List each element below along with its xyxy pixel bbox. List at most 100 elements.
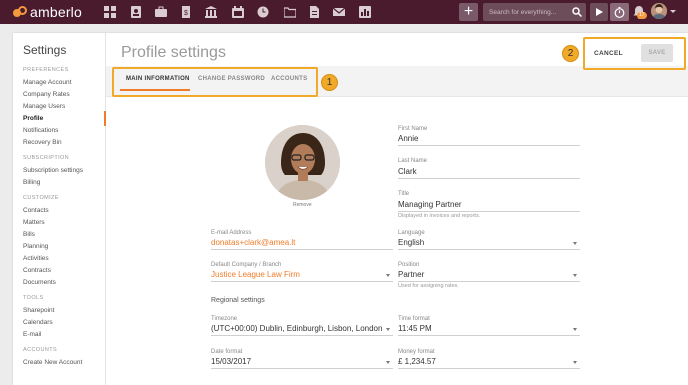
email-underline	[211, 249, 393, 250]
sidebar-item-sharepoint[interactable]: Sharepoint	[23, 307, 54, 314]
stopwatch-icon	[614, 6, 625, 18]
last-name-field[interactable]: Clark	[398, 167, 417, 176]
first-name-field[interactable]: Annie	[398, 134, 418, 143]
sidebar-item-billing[interactable]: Billing	[23, 179, 40, 186]
documents-icon[interactable]	[307, 5, 321, 19]
search-icon	[571, 7, 582, 17]
first-name-label: First Name	[398, 126, 428, 132]
search-input[interactable]	[489, 3, 565, 21]
title-underline	[398, 211, 580, 212]
timer-button[interactable]	[610, 3, 629, 21]
dashboard-icon[interactable]	[103, 5, 117, 19]
sidebar-section-accounts: ACCOUNTS	[23, 347, 58, 353]
sidebar-item-subscription-settings[interactable]: Subscription settings	[23, 167, 83, 174]
mail-icon[interactable]	[332, 5, 346, 19]
email-field[interactable]: donatas+clark@amea.lt	[211, 238, 295, 247]
matters-icon[interactable]	[154, 5, 168, 19]
global-search	[483, 3, 586, 21]
callout-badge-1: 1	[321, 74, 338, 91]
actions-highlight-box	[583, 37, 686, 70]
sidebar-item-activities[interactable]: Activities	[23, 255, 49, 262]
money-format-label: Money format	[398, 349, 435, 355]
bank-icon[interactable]	[204, 5, 218, 19]
profile-photo[interactable]	[265, 125, 340, 200]
sidebar-section-preferences: PREFERENCES	[23, 67, 69, 73]
date-format-select[interactable]: 15/03/2017	[211, 357, 251, 366]
remove-photo-link[interactable]: Remove	[293, 202, 312, 208]
date-format-label: Date format	[211, 349, 243, 355]
sidebar-item-profile[interactable]: Profile	[23, 115, 43, 122]
position-underline	[398, 281, 580, 282]
sidebar-item-calendars[interactable]: Calendars	[23, 319, 53, 326]
start-timer-button[interactable]	[590, 3, 608, 21]
play-icon	[596, 8, 603, 16]
sidebar-item-manage-account[interactable]: Manage Account	[23, 79, 71, 86]
time-history-icon[interactable]	[256, 5, 270, 19]
date-format-dropdown-icon[interactable]	[386, 361, 390, 364]
sidebar-item-manage-users[interactable]: Manage Users	[23, 103, 65, 110]
timezone-label: Timezone	[211, 316, 238, 322]
contacts-icon[interactable]	[129, 5, 143, 19]
language-dropdown-icon[interactable]	[573, 242, 577, 245]
logo-icon	[13, 5, 27, 19]
title-hint: Displayed in invoices and reports.	[398, 213, 481, 219]
sidebar-item-contracts[interactable]: Contracts	[23, 267, 51, 274]
timezone-dropdown-icon[interactable]	[386, 328, 390, 331]
sidebar-item-contacts[interactable]: Contacts	[23, 207, 49, 214]
sidebar-item-documents[interactable]: Documents	[23, 279, 56, 286]
sidebar-item-recovery-bin[interactable]: Recovery Bin	[23, 139, 62, 146]
sidebar-section-customize: CUSTOMIZE	[23, 195, 59, 201]
top-navigation-bar: amberlo $ + 17	[0, 0, 688, 24]
default-company-select[interactable]: Justice League Law Firm	[211, 270, 300, 279]
position-select[interactable]: Partner	[398, 270, 424, 279]
default-company-label: Default Company / Branch	[211, 262, 282, 268]
sidebar-item-matters[interactable]: Matters	[23, 219, 45, 226]
time-format-select[interactable]: 11:45 PM	[398, 324, 432, 333]
sidebar-item-bills[interactable]: Bills	[23, 231, 35, 238]
language-select[interactable]: English	[398, 238, 424, 247]
time-format-underline	[398, 335, 580, 336]
sidebar-item-notifications[interactable]: Notifications	[23, 127, 58, 134]
sidebar-title: Settings	[23, 43, 67, 57]
amberlo-logo[interactable]: amberlo	[13, 3, 82, 21]
sidebar-item-create-new-account[interactable]: Create New Account	[23, 359, 82, 366]
sidebar-item-email[interactable]: E-mail	[23, 331, 41, 338]
time-format-dropdown-icon[interactable]	[573, 328, 577, 331]
sidebar-active-indicator	[104, 111, 106, 126]
callout-badge-2: 2	[562, 45, 579, 62]
money-format-dropdown-icon[interactable]	[573, 361, 577, 364]
settings-sidebar: Settings PREFERENCES Manage Account Comp…	[13, 33, 106, 385]
money-format-select[interactable]: £ 1,234.57	[398, 357, 436, 366]
email-label: E-mail Address	[211, 230, 252, 236]
page-title: Profile settings	[121, 44, 226, 61]
position-label: Position	[398, 262, 420, 268]
add-new-button[interactable]: +	[459, 3, 478, 21]
reports-icon[interactable]	[358, 5, 372, 19]
money-format-underline	[398, 368, 580, 369]
sidebar-item-company-rates[interactable]: Company Rates	[23, 91, 70, 98]
sidebar-item-planning[interactable]: Planning	[23, 243, 48, 250]
sidebar-section-subscription: SUBSCRIPTION	[23, 155, 70, 161]
title-field[interactable]: Managing Partner	[398, 200, 462, 209]
user-menu-caret-icon[interactable]	[670, 10, 676, 13]
date-format-underline	[211, 368, 393, 369]
notification-count-badge: 17	[637, 12, 647, 19]
search-button[interactable]	[567, 3, 586, 21]
first-name-underline	[398, 145, 580, 146]
regional-settings-heading: Regional settings	[211, 297, 265, 304]
default-company-dropdown-icon[interactable]	[386, 274, 390, 277]
svg-text:$: $	[184, 10, 188, 17]
timezone-underline	[211, 335, 393, 336]
time-format-label: Time format	[398, 316, 430, 322]
last-name-underline	[398, 178, 580, 179]
calendar-icon[interactable]	[231, 5, 245, 19]
sidebar-section-tools: TOOLS	[23, 295, 44, 301]
settings-card: Settings PREFERENCES Manage Account Comp…	[13, 33, 688, 385]
user-avatar[interactable]	[651, 3, 667, 19]
tabs-highlight-box	[112, 67, 318, 97]
language-underline	[398, 249, 580, 250]
timezone-select[interactable]: (UTC+00:00) Dublin, Edinburgh, Lisbon, L…	[211, 324, 382, 333]
bills-icon[interactable]: $	[179, 5, 193, 19]
folder-icon[interactable]	[283, 5, 297, 19]
position-dropdown-icon[interactable]	[573, 274, 577, 277]
